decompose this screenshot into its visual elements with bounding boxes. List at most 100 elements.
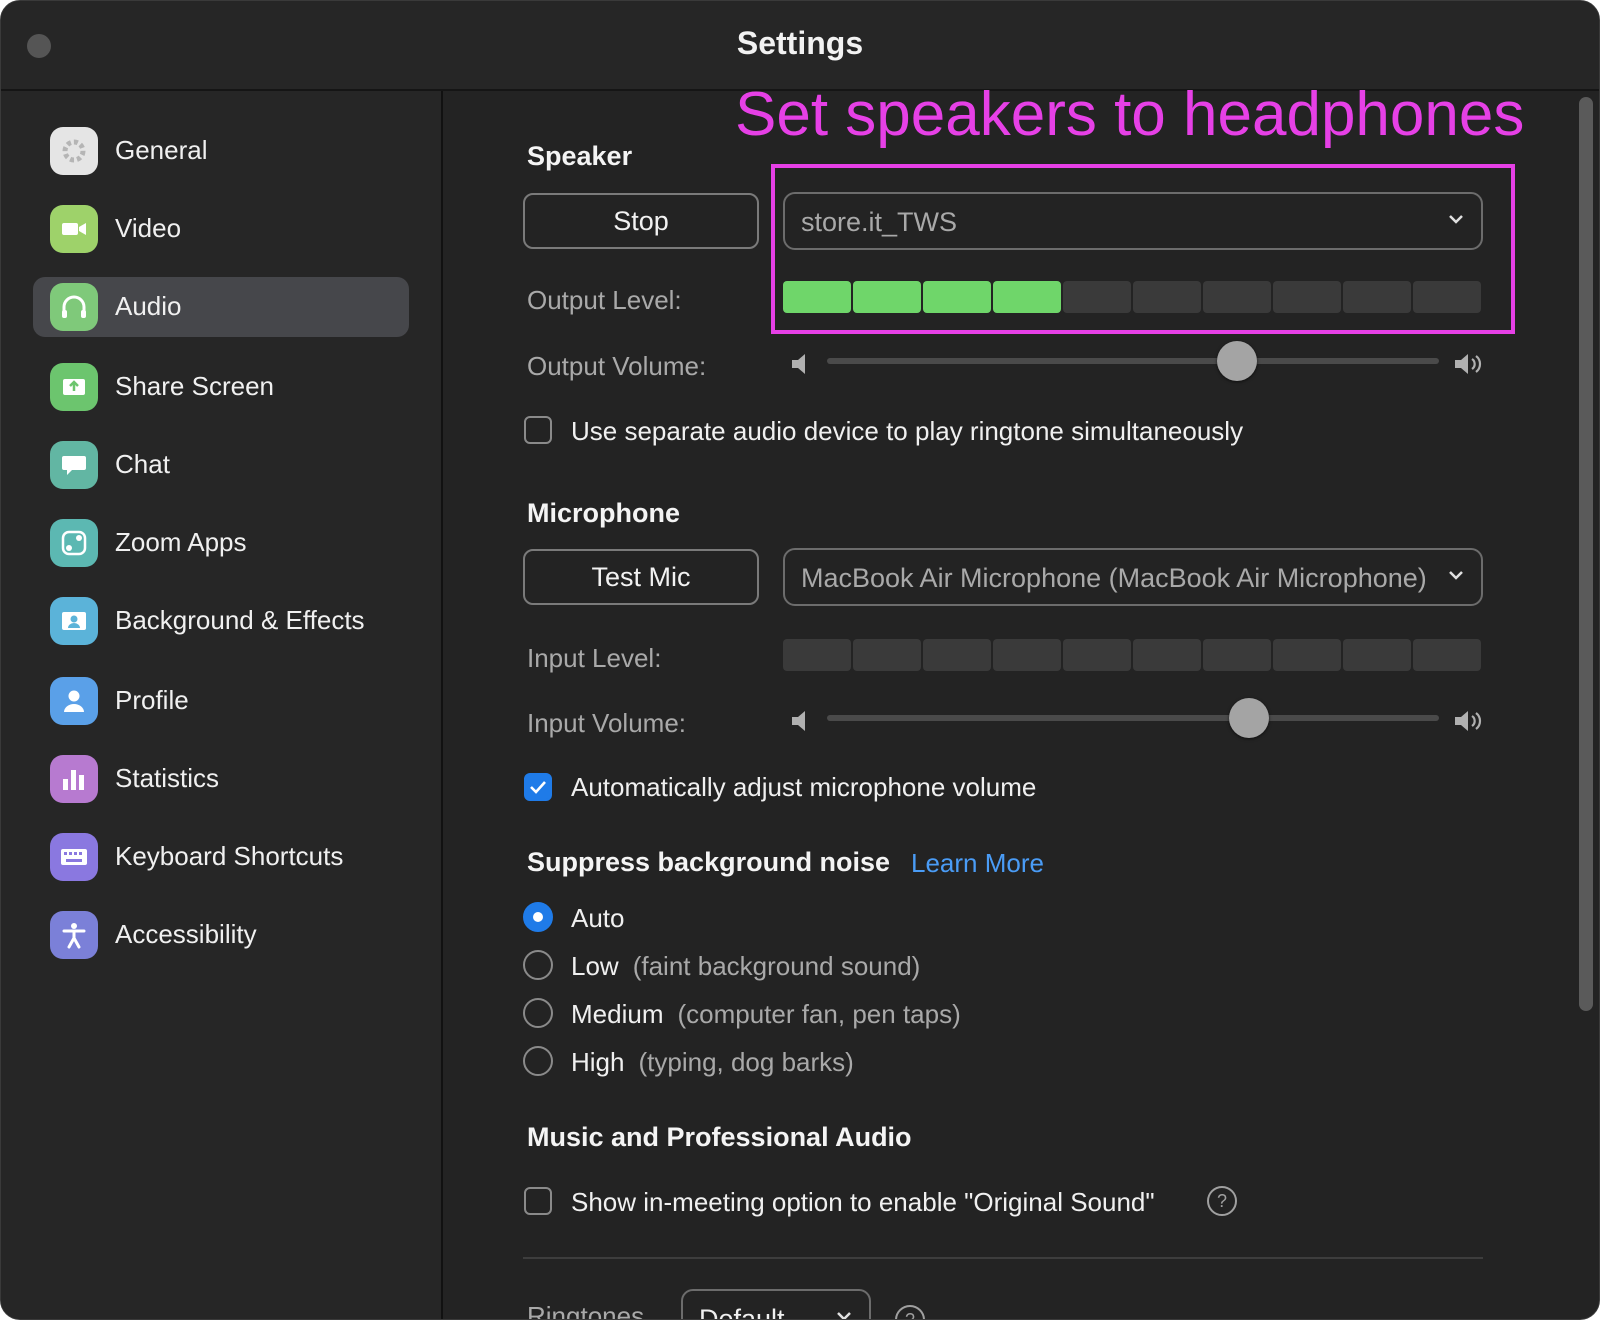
output-level-meter [783,281,1483,313]
help-icon[interactable]: ? [1207,1186,1237,1216]
window-title: Settings [736,25,864,61]
noise-option-desc: (faint background sound) [632,951,921,981]
sidebar-item-audio[interactable]: Audio [33,277,409,337]
level-segment [1203,639,1271,671]
chevron-down-icon [1449,215,1463,224]
ringtones-dropdown[interactable]: Default [681,1289,871,1320]
noise-radio-low[interactable] [523,950,553,980]
keyboard-icon [50,833,98,881]
separate-device-label: Use separate audio device to play ringto… [571,416,1244,446]
noise-option-medium: Medium (computer fan, pen taps) [571,999,961,1030]
sidebar-item-accessibility[interactable]: Accessibility [33,905,409,965]
title-bar: Settings [1,1,1599,91]
noise-radio-high[interactable] [523,1046,553,1076]
chevron-down-icon [837,1312,851,1319]
sidebar-item-label: Keyboard Shortcuts [115,841,344,871]
sidebar-item-label: Zoom Apps [115,527,247,557]
input-volume-label: Input Volume: [527,708,686,738]
microphone-device-dropdown[interactable]: MacBook Air Microphone (MacBook Air Micr… [783,548,1483,606]
sidebar: General Video Audio Share Screen Chat Zo… [1,91,443,1319]
original-sound-label: Show in-meeting option to enable "Origin… [571,1187,1155,1217]
level-segment [1133,281,1201,313]
sidebar-item-profile[interactable]: Profile [33,671,409,731]
separate-device-checkbox[interactable] [524,416,552,444]
level-segment [1413,639,1481,671]
output-level-label: Output Level: [527,285,682,315]
volume-high-icon [1455,354,1482,374]
sidebar-item-zoom-apps[interactable]: Zoom Apps [33,513,409,573]
noise-option-label: Auto [571,903,625,933]
noise-option-label: High [571,1047,625,1077]
noise-option-high: High (typing, dog barks) [571,1047,854,1078]
level-segment [923,281,991,313]
microphone-section-title: Microphone [527,498,680,528]
level-segment [1343,281,1411,313]
learn-more-link[interactable]: Learn More [911,848,1044,879]
output-volume-track[interactable] [827,358,1439,364]
output-volume-label: Output Volume: [527,351,707,381]
level-segment [993,281,1061,313]
level-segment [1063,639,1131,671]
input-volume-track[interactable] [827,715,1439,721]
headphones-icon [50,283,98,331]
ringtones-value: Default [699,1304,785,1320]
level-segment [1413,281,1481,313]
help-icon[interactable]: ? [895,1305,925,1319]
auto-adjust-label: Automatically adjust microphone volume [571,772,1037,802]
zoom-apps-icon [50,519,98,567]
settings-window: Settings General Video Audio Share Scree… [0,0,1600,1320]
noise-radio-medium[interactable] [523,998,553,1028]
noise-option-desc: (typing, dog barks) [638,1047,854,1077]
level-segment [783,639,851,671]
sidebar-item-label: Chat [115,449,170,479]
sidebar-item-statistics[interactable]: Statistics [33,749,409,809]
volume-high-icon [1455,711,1482,731]
level-segment [853,281,921,313]
speaker-device-value: store.it_TWS [801,207,958,237]
noise-option-label: Medium [571,999,664,1029]
level-segment [1273,639,1341,671]
share-screen-icon [50,363,98,411]
noise-option-desc: (computer fan, pen taps) [677,999,961,1029]
input-level-label: Input Level: [527,643,662,673]
input-volume-slider-knob[interactable] [1229,698,1270,738]
noise-option-low: Low (faint background sound) [571,951,920,982]
sidebar-item-keyboard-shortcuts[interactable]: Keyboard Shortcuts [33,827,409,887]
level-segment [1133,639,1201,671]
accessibility-icon [50,911,98,959]
sidebar-item-label: Video [115,213,182,243]
sidebar-item-chat[interactable]: Chat [33,435,409,495]
scrollbar[interactable] [1579,97,1593,1011]
level-segment [783,281,851,313]
output-volume-slider-knob[interactable] [1217,341,1258,381]
sidebar-item-background-effects[interactable]: Background & Effects [33,591,409,651]
noise-option-auto: Auto [571,903,639,934]
sidebar-item-label: Share Screen [115,371,274,401]
auto-adjust-checkbox[interactable] [524,773,552,801]
checkmark-icon [530,781,546,794]
speaker-section-title: Speaker [527,141,633,171]
chat-bubble-icon [50,441,98,489]
ringtones-label: Ringtones [527,1301,645,1320]
level-segment [993,639,1061,671]
sidebar-item-label: Profile [115,685,189,715]
background-icon [50,597,98,645]
music-section-title: Music and Professional Audio [527,1122,912,1152]
gear-icon [50,127,98,175]
level-segment [853,639,921,671]
stop-button[interactable]: Stop [523,193,759,249]
sidebar-item-label: Accessibility [115,919,257,949]
annotation-text: Set speakers to headphones [735,80,1525,149]
sidebar-item-label: Statistics [115,763,220,793]
speaker-device-dropdown[interactable]: store.it_TWS [783,192,1483,250]
noise-section-title: Suppress background noise [527,847,891,877]
chevron-down-icon [1449,571,1463,580]
sidebar-item-share-screen[interactable]: Share Screen [33,357,409,417]
sidebar-item-general[interactable]: General [33,121,409,181]
sidebar-item-label: Audio [115,291,182,321]
noise-radio-auto[interactable] [523,902,553,932]
statistics-icon [50,755,98,803]
test-mic-button[interactable]: Test Mic [523,549,759,605]
sidebar-item-video[interactable]: Video [33,199,409,259]
original-sound-checkbox[interactable] [524,1187,552,1215]
